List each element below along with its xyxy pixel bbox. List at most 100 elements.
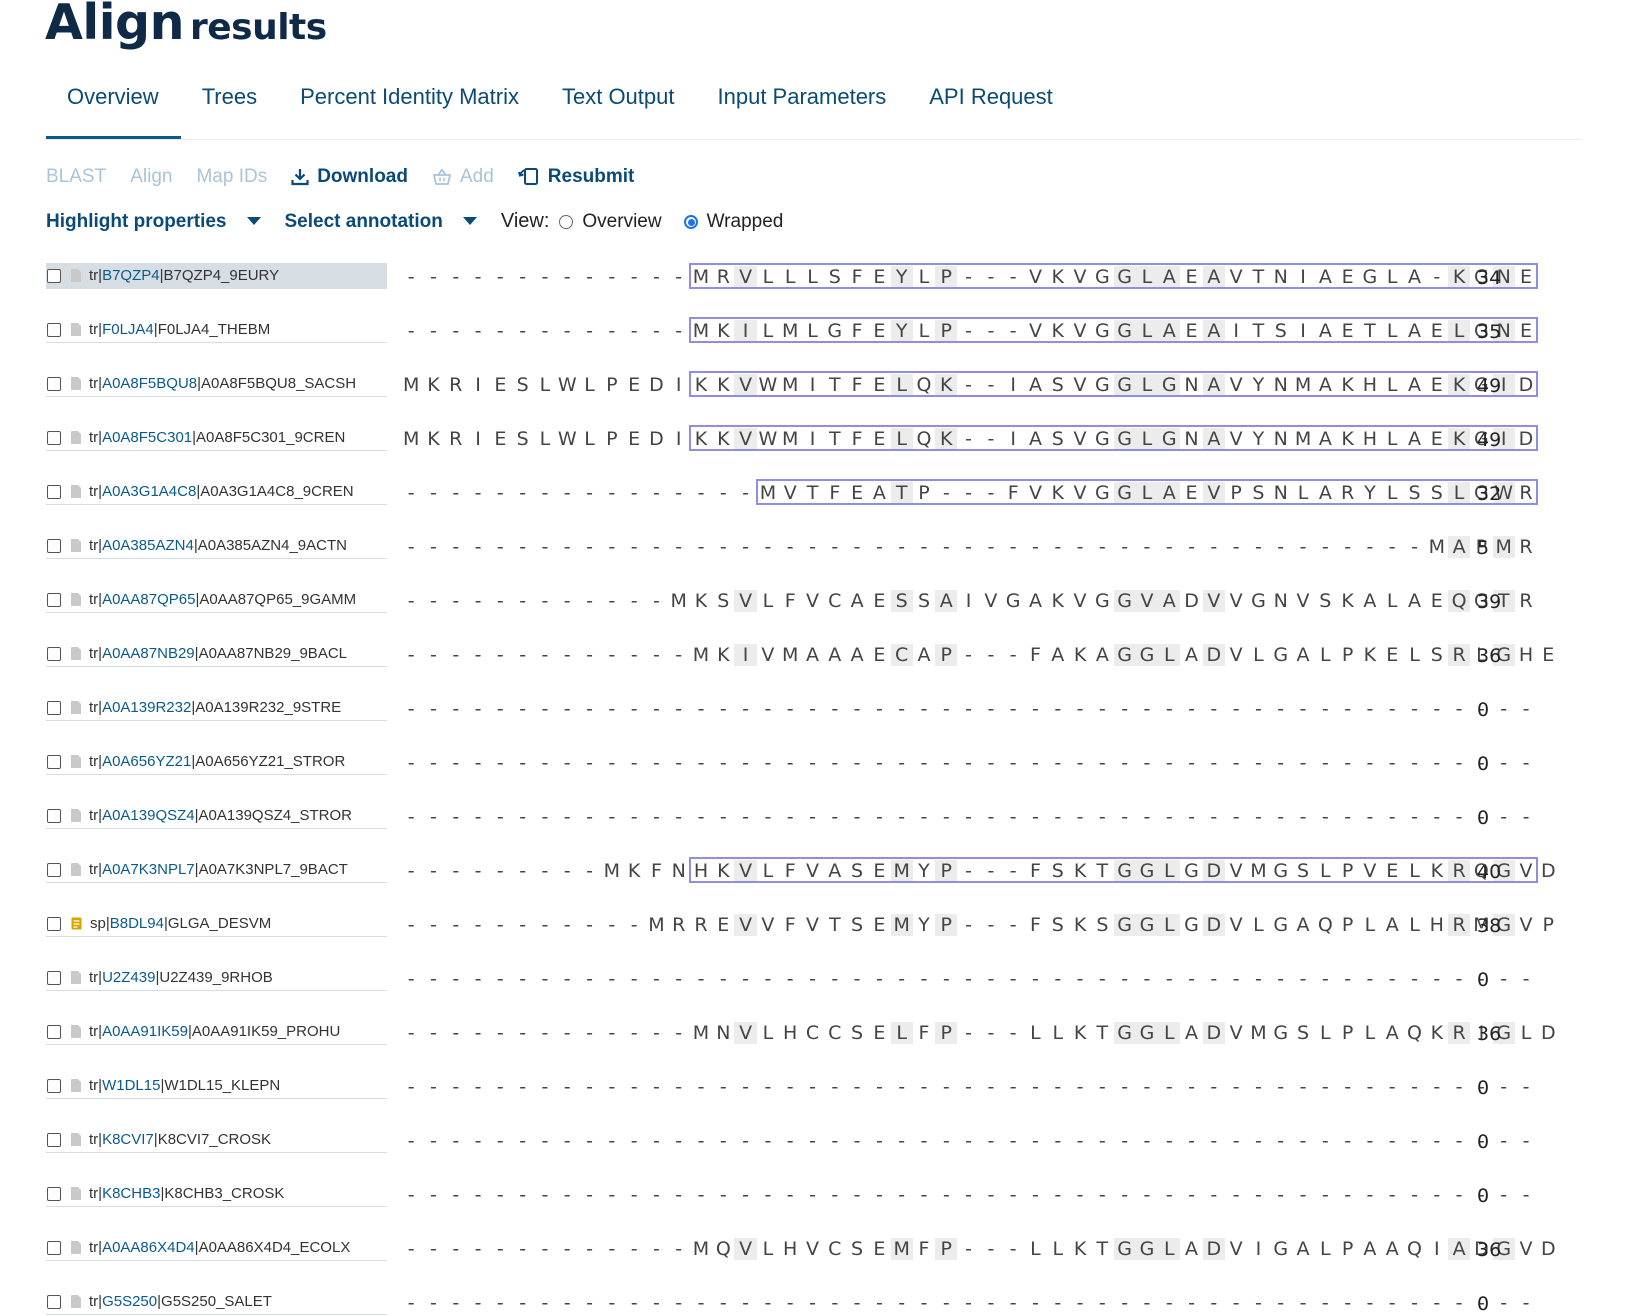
residue: - (920, 752, 928, 774)
accession-link[interactable]: A0A8F5C301 (102, 429, 192, 446)
residue: - (1522, 806, 1530, 828)
map-ids-button[interactable]: Map IDs (196, 166, 267, 188)
residue: - (474, 806, 482, 828)
residue: - (742, 968, 750, 990)
select-checkbox[interactable] (47, 1024, 61, 1039)
accession-link[interactable]: A0AA87NB29 (102, 645, 195, 662)
sequence-entry[interactable]: tr | A0AA87QP65 | A0AA87QP65_9GAMM (46, 587, 387, 613)
select-checkbox[interactable] (47, 430, 61, 445)
sequence-entry[interactable]: tr | A0AA86X4D4 | A0AA86X4D4_ECOLX (46, 1235, 387, 1261)
select-checkbox[interactable] (47, 1132, 61, 1147)
accession-link[interactable]: F0LJA4 (102, 321, 154, 338)
add-button[interactable]: Add (432, 166, 494, 188)
sequence-entry[interactable]: tr | A0A7K3NPL7 | A0A7K3NPL7_9BACT (46, 857, 387, 883)
sequence-entry[interactable]: tr | K8CHB3 | K8CHB3_CROSK (46, 1181, 387, 1207)
tab-percent-identity-matrix[interactable]: Percent Identity Matrix (279, 70, 541, 124)
select-checkbox[interactable] (47, 268, 61, 283)
select-checkbox[interactable] (47, 700, 61, 715)
accession-link[interactable]: A0AA86X4D4 (102, 1239, 195, 1256)
residue: W (758, 428, 778, 450)
accession-link[interactable]: A0A3G1A4C8 (102, 483, 196, 500)
view-wrapped-radio[interactable]: Wrapped (683, 211, 783, 233)
residue: - (942, 752, 950, 774)
residue: E (873, 374, 886, 396)
resubmit-button[interactable]: Resubmit (517, 166, 634, 188)
residue: - (1188, 536, 1195, 558)
sequence-entry[interactable]: tr | A0A139QSZ4 | A0A139QSZ4_STROR (46, 803, 387, 829)
tab-input-parameters[interactable]: Input Parameters (697, 70, 909, 124)
accession-link[interactable]: B8DL94 (110, 915, 164, 932)
sequence-entry[interactable]: tr | A0A385AZN4 | A0A385AZN4_9ACTN (46, 533, 387, 559)
sequence-entry[interactable]: tr | F0LJA4 | F0LJA4_THEBM (46, 317, 387, 343)
sequence-entry[interactable]: tr | A0A8F5C301 | A0A8F5C301_9CREN (46, 425, 387, 451)
accession-link[interactable]: A0AA87QP65 (102, 591, 195, 608)
view-overview-radio[interactable]: Overview (559, 211, 662, 233)
align-button[interactable]: Align (130, 166, 172, 188)
tab-text-output[interactable]: Text Output (541, 70, 697, 124)
residue: E (1430, 320, 1443, 342)
accession-link[interactable]: K8CVI7 (102, 1131, 154, 1148)
accession-link[interactable]: K8CHB3 (102, 1185, 160, 1202)
residue: - (652, 644, 660, 666)
select-checkbox[interactable] (47, 1078, 61, 1093)
accession-link[interactable]: A0A139QSZ4 (102, 807, 195, 824)
select-checkbox[interactable] (47, 1294, 61, 1309)
download-button[interactable]: Download (291, 166, 408, 188)
sequence-entry[interactable]: sp | B8DL94 | GLGA_DESVM (46, 911, 387, 937)
residue: S (1319, 590, 1332, 612)
residue: - (652, 806, 660, 828)
tab-trees[interactable]: Trees (181, 70, 279, 124)
residue: L (1320, 1238, 1331, 1260)
select-checkbox[interactable] (47, 754, 61, 769)
residue: - (853, 968, 861, 990)
residue: - (496, 1184, 504, 1206)
select-checkbox[interactable] (47, 916, 61, 931)
residue: - (1277, 698, 1285, 720)
sequence-entry[interactable]: tr | A0AA91IK59 | A0AA91IK59_PROHU (46, 1019, 387, 1045)
accession-link[interactable]: G5S250 (102, 1293, 157, 1310)
residue: E (1386, 860, 1399, 882)
residue: M (890, 914, 913, 936)
accession-link[interactable]: A0A8F5BQU8 (102, 375, 197, 392)
sequence-entry[interactable]: tr | G5S250 | G5S250_SALET (46, 1289, 387, 1315)
select-checkbox[interactable] (47, 376, 61, 391)
accession-link[interactable]: A0A385AZN4 (102, 537, 194, 554)
sequence-entry[interactable]: tr | A0A3G1A4C8 | A0A3G1A4C8_9CREN (46, 479, 387, 505)
select-checkbox[interactable] (47, 862, 61, 877)
residue: G (1094, 266, 1110, 288)
tab-overview[interactable]: Overview (46, 70, 181, 139)
accession-link[interactable]: B7QZP4 (102, 267, 160, 284)
sequence-entry[interactable]: tr | A0A8F5BQU8 | A0A8F5BQU8_SACSH (46, 371, 387, 397)
sequence-entry[interactable]: tr | A0A656YZ21 | A0A656YZ21_STROR (46, 749, 387, 775)
blast-button[interactable]: BLAST (46, 166, 106, 188)
select-checkbox[interactable] (47, 970, 61, 985)
select-annotation-dropdown[interactable]: Select annotation (285, 211, 477, 233)
select-checkbox[interactable] (47, 538, 61, 553)
accession-link[interactable]: A0A656YZ21 (102, 753, 191, 770)
residue: D (1202, 644, 1225, 666)
sequence-entry[interactable]: tr | W1DL15 | W1DL15_KLEPN (46, 1073, 387, 1099)
sequence-entry[interactable]: tr | K8CVI7 | K8CVI7_CROSK (46, 1127, 387, 1153)
tab-api-request[interactable]: API Request (908, 70, 1075, 124)
accession-link[interactable]: U2Z439 (102, 969, 155, 986)
select-checkbox[interactable] (47, 1186, 61, 1201)
residue: - (831, 536, 839, 558)
select-checkbox[interactable] (47, 592, 61, 607)
accession-link[interactable]: W1DL15 (102, 1077, 160, 1094)
sequence-entry[interactable]: tr | A0AA87NB29 | A0AA87NB29_9BACL (46, 641, 387, 667)
residue: - (586, 1022, 593, 1044)
sequence-entry[interactable]: tr | U2Z439 | U2Z439_9RHOB (46, 965, 387, 991)
accession-link[interactable]: A0AA91IK59 (102, 1023, 188, 1040)
sequence-entry[interactable]: tr | A0A139R232 | A0A139R232_9STRE (46, 695, 387, 721)
sequence-entry[interactable]: tr | B7QZP4 | B7QZP4_9EURY (46, 263, 387, 289)
select-checkbox[interactable] (47, 646, 61, 661)
residue: T (1096, 1238, 1109, 1260)
select-checkbox[interactable] (47, 808, 61, 823)
accession-link[interactable]: A0A139R232 (102, 699, 191, 716)
accession-link[interactable]: A0A7K3NPL7 (102, 861, 195, 878)
residue: - (942, 806, 950, 828)
select-checkbox[interactable] (47, 322, 61, 337)
select-checkbox[interactable] (47, 1240, 61, 1255)
highlight-properties-dropdown[interactable]: Highlight properties (46, 211, 261, 233)
select-checkbox[interactable] (47, 484, 61, 499)
